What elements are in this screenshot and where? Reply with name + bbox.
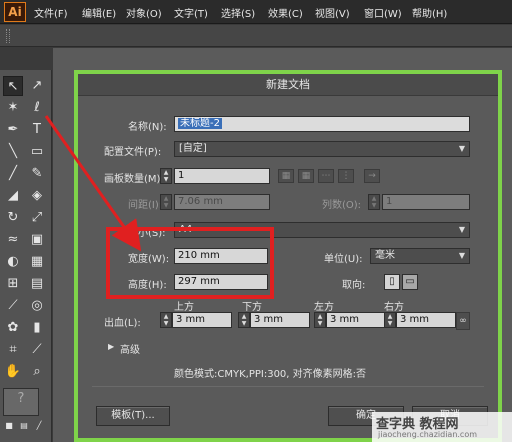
watermark-sub: jiaocheng.chazidian.com	[378, 430, 478, 439]
annotation-arrow-icon	[44, 115, 142, 252]
watermark: 查字典 教程网 jiaocheng.chazidian.com	[372, 412, 512, 442]
